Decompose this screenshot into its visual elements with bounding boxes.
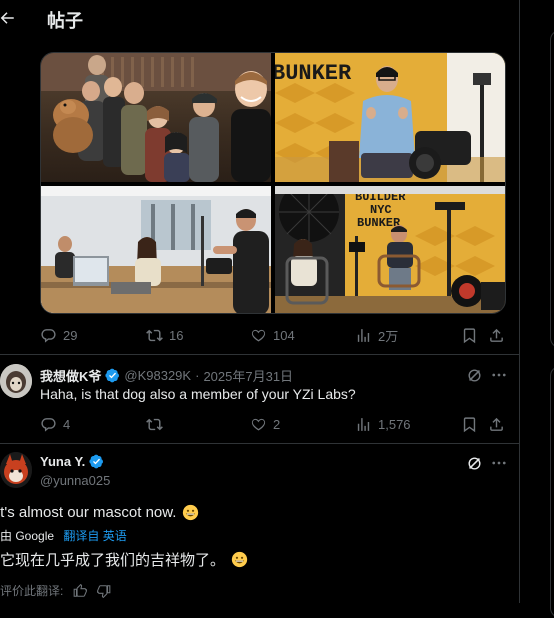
like-button[interactable]: 2 (250, 414, 280, 434)
divider (0, 354, 519, 355)
grok-icon[interactable] (466, 367, 483, 384)
bookmark-icon (463, 416, 476, 432)
thumbs-up-icon[interactable] (73, 583, 88, 598)
like-button[interactable]: 104 (250, 325, 295, 345)
bookmark-button[interactable] (461, 325, 478, 345)
share-button[interactable] (488, 325, 505, 345)
like-count: 2 (273, 416, 281, 432)
reply-icon (41, 417, 56, 432)
reply-tweet-actions: 4 2 1,576 (40, 414, 506, 434)
translated-from-link[interactable]: 翻译自 英语 (63, 529, 126, 543)
repost-icon (146, 418, 163, 430)
bunker-sign: BUNKER (275, 61, 352, 86)
views-count: 1,576 (378, 416, 411, 432)
author-handle[interactable]: @yunna025 (40, 473, 110, 488)
photo-bunker-studio[interactable]: BUNKER (275, 53, 505, 182)
bookmark-button[interactable] (461, 414, 478, 434)
back-arrow-icon[interactable] (0, 9, 16, 27)
translated-body: 它现在几乎成了我们的吉祥物了。 (0, 552, 226, 569)
bookmark-icon (463, 327, 476, 343)
views-icon (357, 328, 370, 342)
heart-icon (251, 418, 266, 431)
reply-text: Haha, is that dog also a member of your … (40, 386, 356, 402)
rate-translation-label: 评价此翻译: (0, 584, 64, 598)
repost-icon (146, 329, 163, 341)
right-sidebar (520, 0, 554, 618)
translated-by-label: 由 Google (0, 529, 55, 543)
sidebar-card (550, 366, 554, 618)
heart-icon (251, 329, 266, 342)
more-icon[interactable] (490, 454, 508, 472)
photo-office-filming[interactable] (41, 186, 271, 313)
tweet-body: It's almost our mascot now. (0, 504, 177, 521)
tweet-text: It's almost our mascot now. (0, 504, 199, 521)
divider (0, 443, 519, 444)
photo-group-illustration (41, 53, 271, 182)
share-icon (490, 328, 503, 342)
photo-group-with-dog[interactable] (41, 53, 271, 182)
views-button[interactable]: 2万 (355, 325, 398, 345)
sidebar-card (550, 30, 554, 348)
author-name-line: Yuna Y. (40, 454, 104, 469)
verified-badge-icon (105, 368, 120, 383)
author-handle[interactable]: @K98329K (124, 368, 191, 383)
thumbs-down-icon[interactable] (97, 584, 111, 598)
avatar[interactable] (0, 452, 32, 488)
author-name[interactable]: Yuna Y. (40, 454, 85, 469)
reply-button[interactable]: 29 (40, 325, 77, 345)
builder-sign-line2: NYC (370, 203, 392, 217)
page-header: 帖子 (0, 0, 519, 40)
photo-builder-nyc-bunker[interactable]: BUILDER NYC BUNKER (275, 186, 505, 313)
avatar[interactable] (0, 364, 32, 398)
views-icon (357, 417, 370, 431)
like-count: 104 (273, 327, 295, 343)
repost-button[interactable]: 16 (146, 325, 183, 345)
grinning-emoji-icon (183, 504, 199, 521)
reply-icon (41, 328, 56, 343)
reply-count: 4 (63, 416, 71, 432)
reply-author-line: 我想做K爷 @K98329K · 2025年7月31日 (40, 366, 293, 385)
author-name[interactable]: 我想做K爷 (40, 366, 101, 385)
translated-text: 它现在几乎成了我们的吉祥物了。 (0, 549, 248, 570)
avatar-illustration (0, 364, 32, 398)
translation-attribution: 由 Google 翻译自 英语 (0, 527, 127, 544)
grok-icon[interactable] (466, 455, 483, 472)
photo-bunker-illustration: BUNKER (275, 53, 505, 182)
reply-count: 29 (63, 327, 78, 343)
tweet-media-grid[interactable]: BUNKER BUILDER NYC BUNKER (40, 52, 506, 314)
photo-builder-illustration: BUILDER NYC BUNKER (275, 186, 505, 313)
more-icon[interactable] (490, 366, 508, 384)
post-date[interactable]: 2025年7月31日 (203, 366, 293, 385)
share-button[interactable] (488, 414, 505, 434)
avatar-illustration (0, 452, 32, 488)
repost-button[interactable] (146, 414, 163, 434)
main-tweet-actions: 29 16 104 2万 (40, 325, 506, 345)
separator: · (195, 368, 200, 383)
views-count: 2万 (378, 328, 399, 344)
page-title: 帖子 (47, 11, 83, 31)
photo-office-illustration (41, 186, 271, 313)
reply-button[interactable]: 4 (40, 414, 70, 434)
grinning-emoji-icon (231, 551, 248, 568)
share-icon (490, 417, 503, 431)
views-button[interactable]: 1,576 (355, 414, 411, 434)
verified-badge-icon (89, 454, 104, 469)
repost-count: 16 (169, 327, 184, 343)
rate-translation: 评价此翻译: (0, 582, 111, 599)
